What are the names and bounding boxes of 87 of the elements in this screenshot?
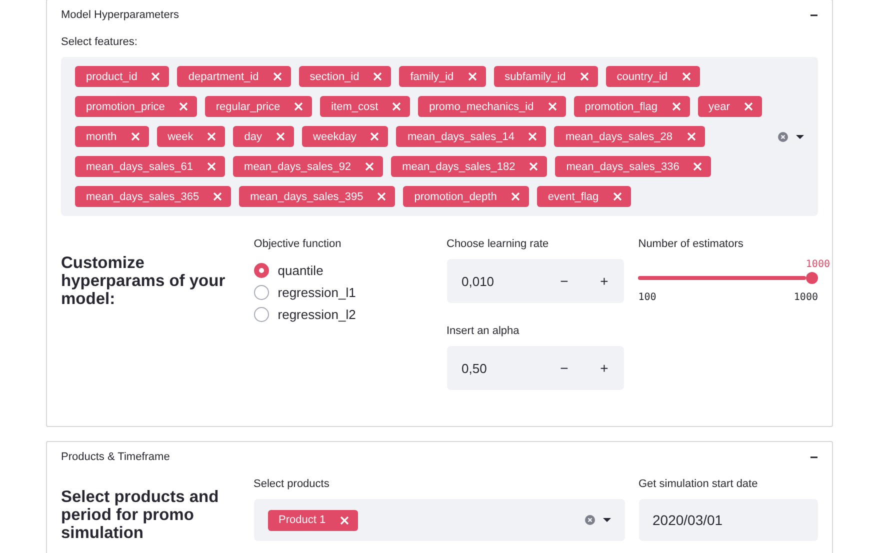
remove-icon[interactable] xyxy=(682,72,691,81)
date-input[interactable]: 2020/03/01 xyxy=(638,499,818,541)
feature-tag[interactable]: section_id xyxy=(298,66,392,87)
radio-option[interactable]: quantile xyxy=(254,259,446,281)
feature-tag[interactable]: mean_days_sales_365 xyxy=(75,186,232,207)
feature-tag[interactable]: mean_days_sales_395 xyxy=(239,186,396,207)
feature-tag[interactable]: month xyxy=(75,126,149,147)
slider-thumb[interactable] xyxy=(806,272,818,284)
collapse-toggle[interactable]: − xyxy=(810,7,818,23)
feature-tag[interactable]: subfamily_id xyxy=(494,66,598,87)
remove-icon[interactable] xyxy=(686,132,696,141)
caret-icon[interactable] xyxy=(796,134,804,138)
field-label: Objective function xyxy=(254,238,342,250)
remove-icon[interactable] xyxy=(510,192,520,201)
field-label: Number of estimators xyxy=(638,238,744,250)
number-input[interactable]: 0,50 − + xyxy=(446,346,624,390)
section-heading: Customize hyperparams of your model: xyxy=(61,253,226,310)
remove-icon[interactable] xyxy=(529,162,538,171)
number-input[interactable]: 0,010 − + xyxy=(446,259,624,303)
feature-tag[interactable]: country_id xyxy=(606,66,700,87)
remove-icon[interactable] xyxy=(672,102,680,111)
feature-tag[interactable]: mean_days_sales_28 xyxy=(554,126,704,147)
field-label: Choose learning rate xyxy=(446,238,550,250)
remove-icon[interactable] xyxy=(276,132,286,141)
caret-icon[interactable] xyxy=(602,518,610,522)
remove-icon[interactable] xyxy=(377,192,386,201)
remove-icon[interactable] xyxy=(528,132,538,141)
feature-tag[interactable]: year xyxy=(698,96,762,117)
remove-icon[interactable] xyxy=(365,162,374,171)
feature-tag[interactable]: day xyxy=(233,126,294,147)
field-label: Get simulation start date xyxy=(638,478,759,490)
remove-icon[interactable] xyxy=(744,102,753,111)
radio-option[interactable]: regression_l2 xyxy=(254,303,446,325)
panel-title: Products & Timeframe xyxy=(61,451,170,463)
increment-button[interactable]: + xyxy=(584,346,624,390)
feature-tag[interactable]: weekday xyxy=(302,126,388,147)
feature-tag[interactable]: mean_days_sales_61 xyxy=(75,156,226,177)
feature-tag[interactable]: product_id xyxy=(75,66,170,87)
remove-icon[interactable] xyxy=(151,72,160,81)
remove-icon[interactable] xyxy=(207,162,216,171)
section-heading: Select products and period for promo simulation xyxy=(61,487,220,542)
remove-icon[interactable] xyxy=(548,102,557,111)
remove-icon[interactable] xyxy=(130,132,140,141)
remove-icon[interactable] xyxy=(294,102,304,111)
field-label: Insert an alpha xyxy=(446,325,520,337)
feature-tag[interactable]: department_id xyxy=(177,66,291,87)
clear-icon[interactable] xyxy=(584,515,594,525)
collapse-toggle[interactable]: − xyxy=(810,449,818,465)
feature-tag[interactable]: mean_days_sales_14 xyxy=(396,126,546,147)
feature-tag[interactable]: promotion_flag xyxy=(574,96,690,117)
feature-tag[interactable]: item_cost xyxy=(320,96,410,117)
products-multiselect[interactable]: Product 1 xyxy=(254,499,624,541)
field-label: Select features: xyxy=(61,36,138,48)
product-tag[interactable]: Product 1 xyxy=(268,510,358,530)
remove-icon[interactable] xyxy=(340,516,349,524)
slider-max: 1000 xyxy=(794,292,818,303)
remove-icon[interactable] xyxy=(612,192,622,201)
remove-icon[interactable] xyxy=(693,162,702,171)
feature-tag[interactable]: promotion_price xyxy=(75,96,197,117)
feature-tag[interactable]: family_id xyxy=(399,66,486,87)
remove-icon[interactable] xyxy=(213,192,222,201)
clear-icon[interactable] xyxy=(778,132,788,142)
feature-tag[interactable]: mean_days_sales_336 xyxy=(555,156,712,177)
features-multiselect[interactable] xyxy=(61,57,818,216)
remove-icon[interactable] xyxy=(392,102,402,111)
decrement-button[interactable]: − xyxy=(544,259,584,303)
remove-icon[interactable] xyxy=(468,72,477,81)
feature-tag[interactable]: mean_days_sales_92 xyxy=(233,156,384,177)
remove-icon[interactable] xyxy=(272,72,282,81)
remove-icon[interactable] xyxy=(178,102,188,111)
increment-button[interactable]: + xyxy=(584,259,624,303)
remove-icon[interactable] xyxy=(207,132,216,141)
feature-tag[interactable]: promo_mechanics_id xyxy=(418,96,566,117)
slider-value: 1000 xyxy=(806,259,830,270)
decrement-button[interactable]: − xyxy=(544,346,584,390)
remove-icon[interactable] xyxy=(580,72,589,81)
remove-icon[interactable] xyxy=(370,132,380,141)
feature-tag[interactable]: week xyxy=(156,126,226,147)
remove-icon[interactable] xyxy=(373,72,382,81)
feature-tag[interactable]: regular_price xyxy=(204,96,312,117)
feature-tag[interactable]: promotion_depth xyxy=(403,186,529,207)
feature-tag[interactable]: event_flag xyxy=(536,186,631,207)
slider-min: 100 xyxy=(638,292,656,303)
panel-title: Model Hyperparameters xyxy=(61,9,179,21)
radio-option[interactable]: regression_l1 xyxy=(254,281,446,303)
field-label: Select products xyxy=(254,478,330,490)
feature-tag[interactable]: mean_days_sales_182 xyxy=(391,156,548,177)
